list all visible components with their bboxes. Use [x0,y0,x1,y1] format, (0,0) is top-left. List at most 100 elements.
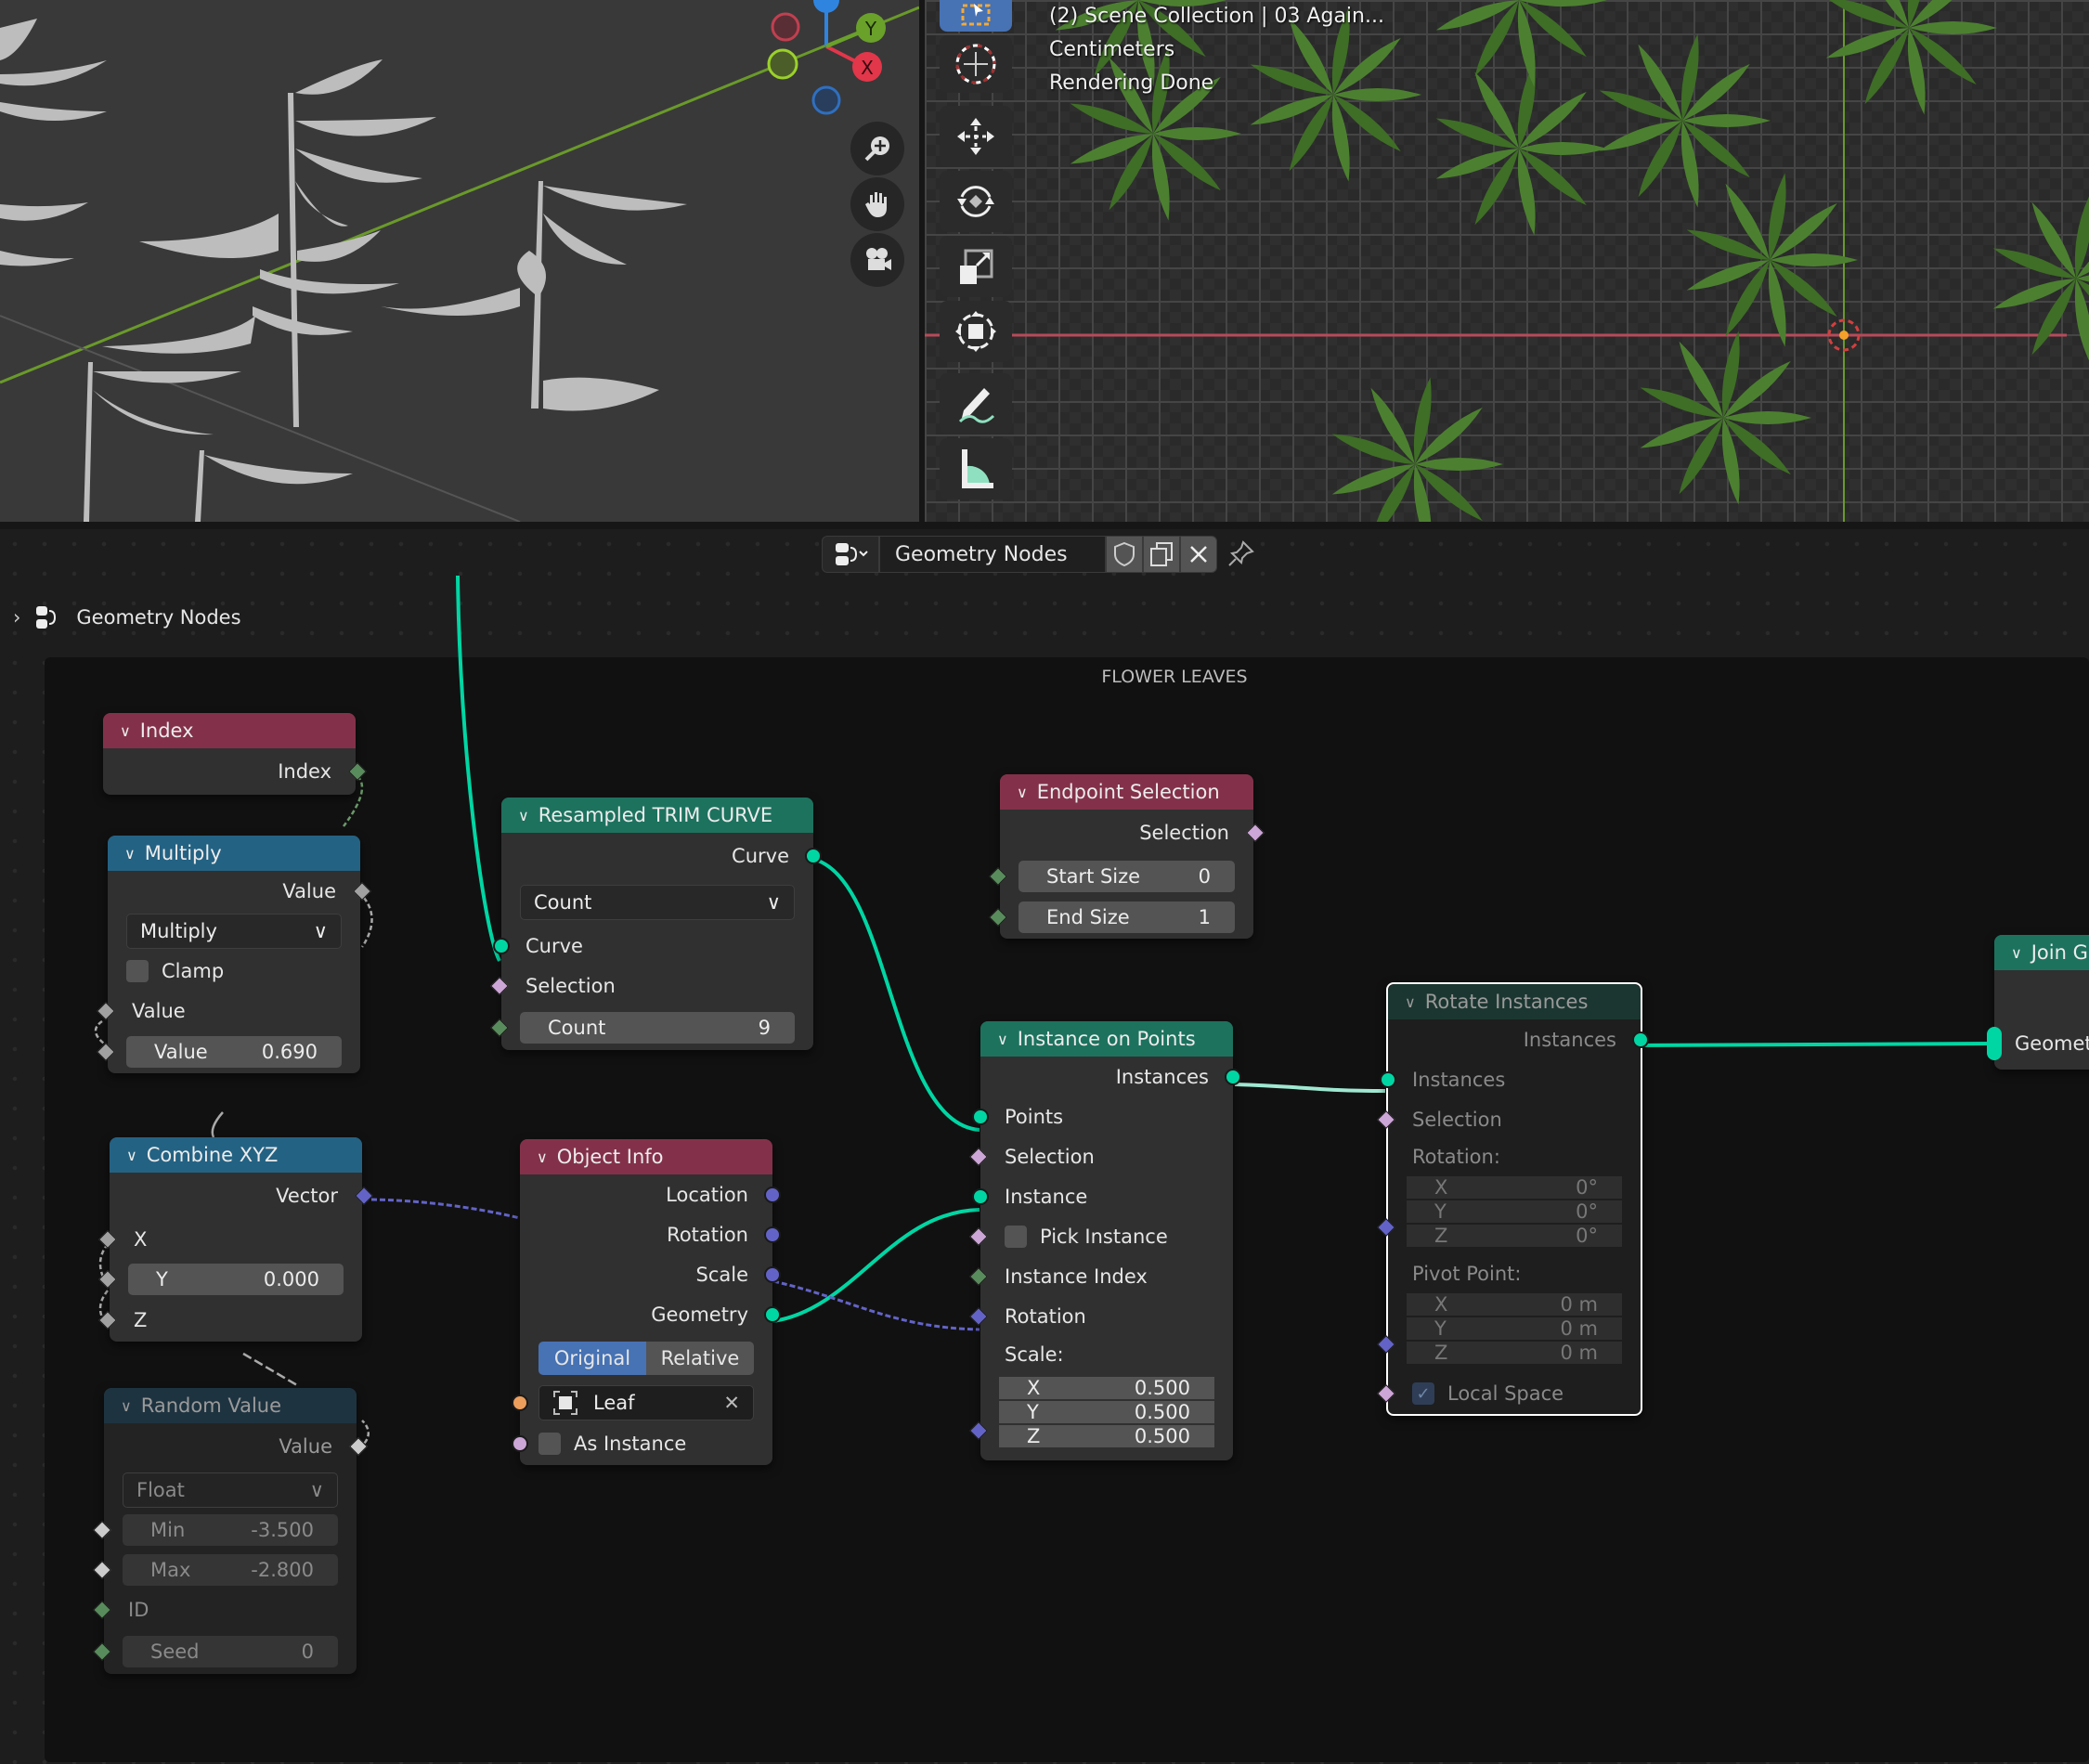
pivot-y-field[interactable]: Y 0 m [1407,1317,1622,1340]
socket-label: Instances [1412,1068,1506,1091]
socket-label: Index [278,760,331,783]
seed-field[interactable]: Seed 0 [123,1636,338,1667]
node-random-value[interactable]: ∨ Random Value Value Float ∨ Min -3.500 Max… [93,1388,368,1674]
field-label: Y [1434,1317,1447,1340]
max-field[interactable]: Max -2.800 [123,1553,338,1586]
socket-row-selection: Selection [490,966,813,1005]
pivot-label-row: Pivot Point: [1388,1256,1641,1291]
as-instance-checkbox[interactable] [538,1433,561,1455]
node-resample-trim-curve[interactable]: ∨ Resampled TRIM CURVE Curve Count ∨ Curve… [490,798,822,1050]
start-size-field[interactable]: Start Size 0 [1019,860,1235,892]
node-header[interactable]: ∨ Multiply [108,836,360,871]
chevron-down-icon[interactable]: ∨ [537,1148,548,1166]
chevron-down-icon[interactable]: ∨ [997,1031,1008,1048]
geometry-socket[interactable] [972,1187,989,1205]
node-header[interactable]: ∨ Endpoint Selection [1000,774,1253,810]
rotation-vector-row: X 0° Y 0° Z 0° [1377,1174,1641,1256]
socket-row-curve-in: Curve [493,926,813,966]
socket-label: Selection [1139,822,1229,844]
local-space-checkbox[interactable]: ✓ [1412,1382,1434,1405]
node-header[interactable]: ∨ Combine XYZ [110,1137,362,1173]
pick-instance-checkbox[interactable] [1005,1225,1027,1248]
node-combine-xyz[interactable]: ∨ Combine XYZ Vector X Y 0.000 Z [98,1137,373,1342]
node-instance-on-points[interactable]: ∨ Instance on Points Instances Points Sel… [969,1021,1241,1460]
clear-icon[interactable]: ✕ [723,1392,740,1414]
value-field[interactable]: Value 0.690 [126,1036,342,1068]
rotation-x-field[interactable]: X 0° [1407,1176,1622,1199]
field-label: Count [548,1017,606,1039]
count-field[interactable]: Count 9 [520,1012,795,1044]
node-index[interactable]: ∨ Index Index [103,713,367,795]
min-field[interactable]: Min -3.500 [123,1513,338,1546]
scale-x-field[interactable]: X 0.500 [999,1377,1214,1399]
mode-row: Count ∨ [501,879,813,926]
rotation-z-field[interactable]: Z 0° [1407,1225,1622,1247]
geometry-socket[interactable] [493,937,510,954]
y-field[interactable]: Y 0.000 [128,1263,344,1295]
link-resample-to-points [814,858,980,1132]
chevron-down-icon[interactable]: ∨ [1017,784,1028,801]
chevron-down-icon[interactable]: ∨ [120,722,131,740]
node-header[interactable]: ∨ Rotate Instances [1388,984,1641,1019]
node-title: Combine XYZ [146,1144,279,1166]
socket-label: Rotation [1005,1304,1086,1328]
vector-socket[interactable] [764,1265,781,1283]
node-object-info[interactable]: ∨ Object Info Location Rotation Scale Geo… [512,1139,781,1465]
chevron-down-icon[interactable]: ∨ [121,1397,132,1415]
relative-button[interactable]: Relative [646,1342,754,1375]
object-socket[interactable] [512,1394,528,1411]
object-field[interactable]: Leaf ✕ [538,1384,754,1420]
geometry-socket[interactable] [764,1305,781,1323]
chevron-down-icon[interactable]: ∨ [518,807,529,824]
node-header[interactable]: ∨ Instance on Points [980,1021,1233,1057]
chevron-down-icon[interactable]: ∨ [126,1147,137,1164]
chevron-down-icon[interactable]: ∨ [124,845,136,863]
socket-label: Instance Index [1005,1265,1148,1288]
geometry-socket[interactable] [805,848,822,864]
operation-dropdown[interactable]: Multiply ∨ [126,913,342,949]
socket-row-location: Location [520,1174,781,1214]
geometry-socket[interactable] [1632,1031,1649,1048]
data-type-dropdown[interactable]: Float ∨ [123,1472,338,1508]
vector-socket[interactable] [764,1186,781,1203]
mode-dropdown[interactable]: Count ∨ [520,885,795,920]
field-value: -2.800 [251,1558,314,1581]
socket-label: Selection [1005,1145,1095,1168]
node-header[interactable]: ∨ Join G [1994,935,2089,970]
original-button[interactable]: Original [538,1342,646,1375]
scale-y-field[interactable]: Y 0.500 [999,1401,1214,1423]
socket-label: Curve [525,934,583,957]
scale-z-field[interactable]: Z 0.500 [999,1425,1214,1447]
link-scale-to-rotation [772,1279,980,1331]
geometry-socket[interactable] [1225,1068,1241,1085]
geometry-socket[interactable] [972,1108,989,1125]
chevron-down-icon[interactable]: ∨ [2011,944,2022,962]
bool-socket[interactable] [512,1435,528,1452]
link-geometry-to-instance [772,1208,980,1323]
link-vector [362,1198,521,1220]
pivot-x-field[interactable]: X 0 m [1407,1293,1622,1316]
node-multiply[interactable]: ∨ Multiply Value Multiply ∨ Clamp Value Va… [97,836,371,1073]
section-label: Rotation: [1412,1146,1500,1168]
end-size-field[interactable]: End Size 1 [1019,901,1235,933]
node-header[interactable]: ∨ Random Value [104,1388,357,1423]
transform-space-row: Original Relative [520,1334,772,1382]
field-label: X [1434,1176,1448,1199]
link-rotate-to-join [1639,1042,1993,1047]
node-join-geometry[interactable]: ∨ Join G Geomet [1987,935,2089,1070]
multi-input-socket[interactable] [1987,1026,2002,1060]
node-rotate-instances[interactable]: ∨ Rotate Instances Instances Instances Se… [1377,982,1649,1416]
clamp-checkbox[interactable] [126,959,149,982]
chevron-down-icon[interactable]: ∨ [1405,993,1416,1011]
node-header[interactable]: ∨ Object Info [520,1139,772,1174]
node-header[interactable]: ∨ Index [103,713,356,748]
geometry-socket[interactable] [1380,1070,1396,1088]
checkbox-label: Local Space [1447,1382,1564,1405]
node-endpoint-selection[interactable]: ∨ Endpoint Selection Selection Start Size… [989,774,1265,939]
vector-socket[interactable] [764,1226,781,1243]
socket-label: Geomet [2015,1031,2089,1055]
pivot-z-field[interactable]: Z 0 m [1407,1342,1622,1364]
rotation-y-field[interactable]: Y 0° [1407,1200,1622,1223]
node-header[interactable]: ∨ Resampled TRIM CURVE [501,798,813,833]
socket-row-end-size: End Size 1 [989,896,1253,939]
